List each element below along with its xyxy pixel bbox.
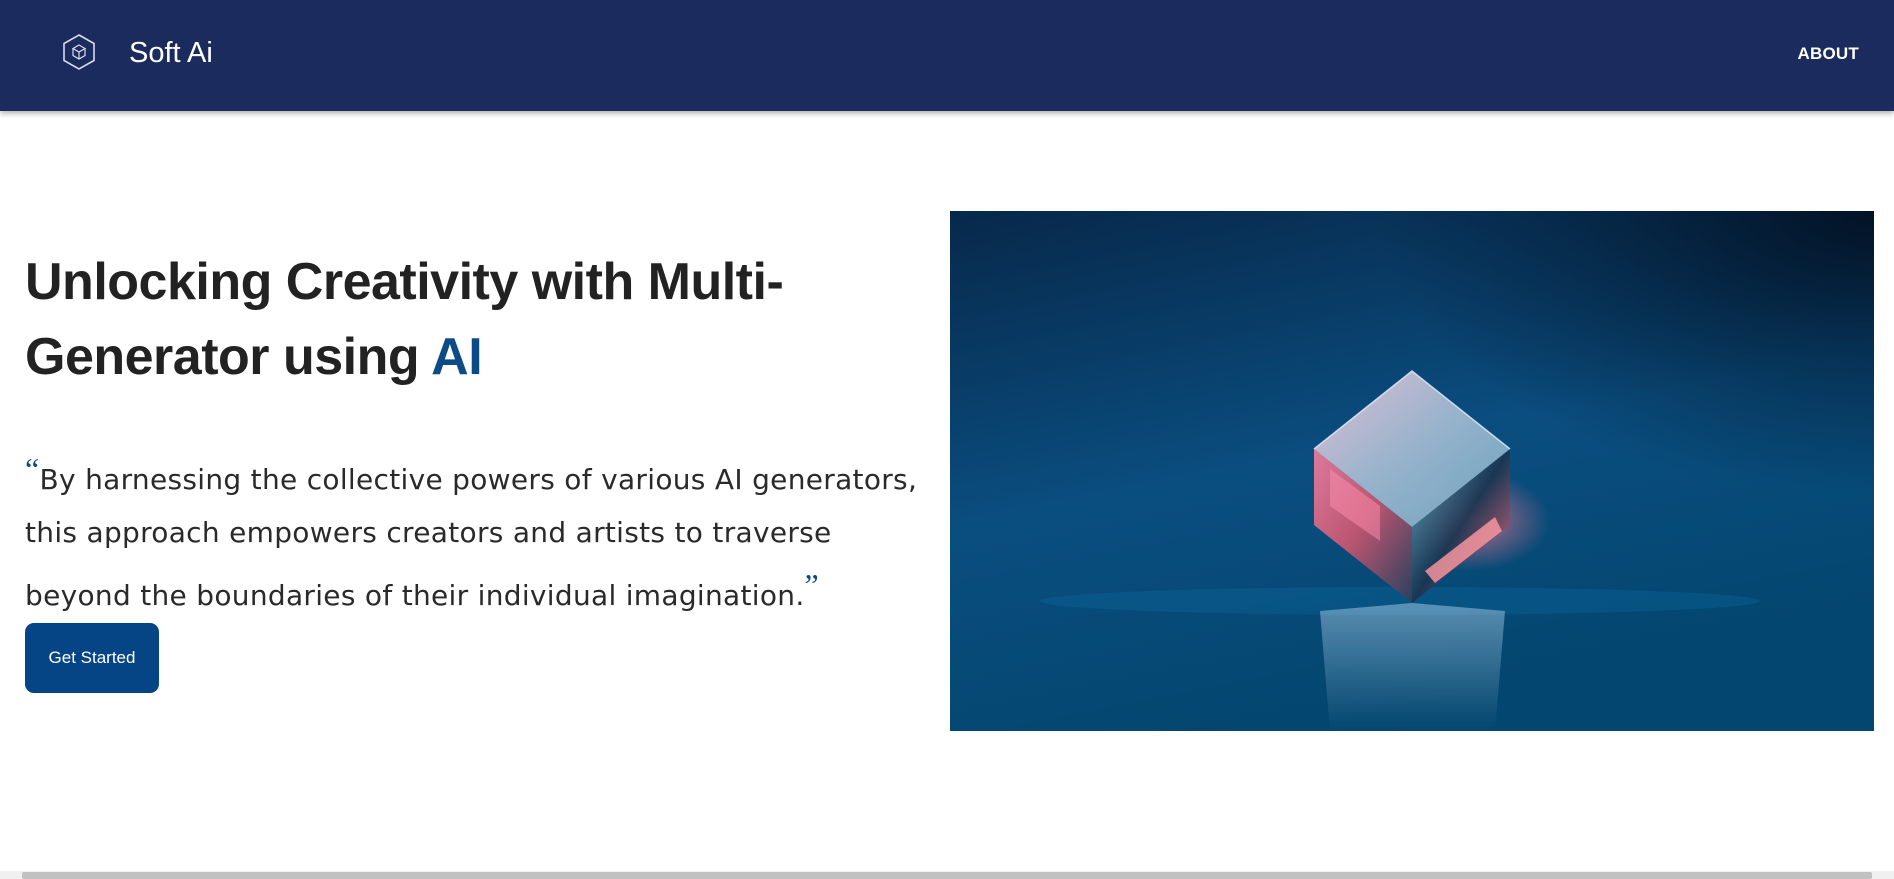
hero-title: Unlocking Creativity with Multi- Generat… — [25, 245, 945, 395]
brand-name[interactable]: Soft Ai — [129, 36, 213, 70]
hero-text-section: Unlocking Creativity with Multi- Generat… — [25, 245, 945, 622]
hero-title-line2: Generator using — [25, 328, 432, 386]
close-quote-icon: ” — [804, 567, 820, 603]
cube-hexagon-icon[interactable] — [62, 33, 96, 71]
hero-title-accent: AI — [431, 328, 483, 386]
top-navbar: Soft Ai ABOUT — [0, 0, 1894, 111]
glass-cube-image — [950, 211, 1874, 731]
hero-quote-text: By harnessing the collective powers of v… — [25, 463, 918, 612]
hero-title-line1: Unlocking Creativity with Multi- — [25, 253, 784, 311]
nav-about-link[interactable]: ABOUT — [1798, 44, 1859, 64]
horizontal-scrollbar-thumb[interactable] — [22, 872, 1872, 879]
get-started-button[interactable]: Get Started — [25, 623, 159, 693]
hero-quote: “By harnessing the collective powers of … — [25, 443, 945, 622]
open-quote-icon: “ — [25, 451, 40, 487]
horizontal-scrollbar[interactable] — [0, 871, 1894, 879]
